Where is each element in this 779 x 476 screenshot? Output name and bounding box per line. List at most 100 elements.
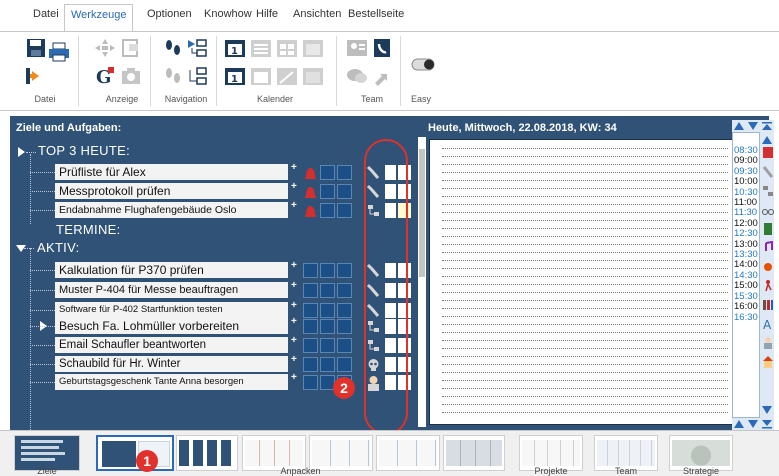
expand-triangle-icon[interactable] [18, 147, 25, 157]
calendar-pattern-icon[interactable] [276, 66, 298, 86]
priority-box[interactable] [303, 375, 318, 390]
add-subtask-button[interactable]: + [291, 280, 297, 291]
scroll-down-arrow-icon[interactable] [746, 418, 760, 430]
bike-icon[interactable] [762, 203, 774, 217]
tab-werkzeuge[interactable]: Werkzeuge [64, 4, 134, 32]
google-icon[interactable]: G [94, 66, 116, 86]
scroll-up-arrow-icon[interactable] [732, 120, 746, 132]
book-icon[interactable] [762, 222, 774, 236]
save-icon[interactable] [26, 38, 48, 58]
tab-datei[interactable]: Datei [33, 8, 59, 20]
priority-box[interactable] [337, 263, 352, 278]
add-subtask-button[interactable]: + [291, 372, 297, 383]
add-subtask-button[interactable]: + [291, 316, 297, 327]
add-subtask-button[interactable]: + [291, 354, 297, 365]
task-item[interactable]: Software für P-402 Startfunktion testen [55, 302, 288, 318]
alarm-bell-icon[interactable] [303, 184, 318, 199]
task-item[interactable]: Email Schaufler beantworten [55, 337, 288, 353]
contact-card-icon[interactable] [346, 38, 368, 58]
phone-book-icon[interactable] [372, 38, 394, 58]
priority-box[interactable] [303, 319, 318, 334]
scroll-down-arrow-icon[interactable] [746, 120, 760, 132]
home-icon[interactable] [762, 355, 774, 369]
priority-box[interactable] [320, 319, 335, 334]
priority-box[interactable] [303, 283, 318, 298]
priority-box[interactable] [337, 357, 352, 372]
priority-box[interactable] [303, 357, 318, 372]
time-slot[interactable]: 16:00 [734, 301, 760, 312]
priority-box[interactable] [320, 203, 335, 218]
priority-box[interactable] [320, 303, 335, 318]
chat-icon[interactable] [346, 66, 368, 86]
scrollbar-thumb[interactable] [419, 149, 425, 277]
priority-box[interactable] [337, 319, 352, 334]
runner-icon[interactable] [762, 279, 774, 293]
priority-box[interactable] [337, 338, 352, 353]
time-slot[interactable]: 16:30 [734, 312, 760, 323]
books-icon[interactable] [762, 298, 774, 312]
add-subtask-button[interactable]: + [291, 260, 297, 271]
tools-icon[interactable] [762, 165, 774, 179]
day-notes-area[interactable] [429, 139, 749, 425]
window-icon[interactable] [120, 38, 142, 58]
easy-toggle-icon[interactable] [410, 54, 436, 74]
footprints-icon[interactable] [162, 38, 184, 58]
calendar-grid-icon[interactable] [250, 66, 272, 86]
task-item[interactable]: Geburtstagsgeschenk Tante Anna besorgen [55, 374, 288, 390]
calendar-day-alt-icon[interactable]: 1 [224, 66, 246, 86]
scroll-bottom-arrow-icon[interactable] [760, 418, 774, 430]
tab-hilfe[interactable]: Hilfe [256, 8, 278, 20]
alarm-bell-icon[interactable] [303, 203, 318, 218]
task-item[interactable]: Endabnahme Flughafengebäude Oslo [55, 202, 288, 218]
task-item[interactable]: Muster P-404 für Messe beauftragen [55, 282, 288, 298]
scroll-down-arrow-icon[interactable] [760, 404, 774, 416]
priority-box[interactable] [320, 357, 335, 372]
footprints-gray-icon[interactable] [162, 66, 184, 86]
priority-box[interactable] [320, 165, 335, 180]
priority-box[interactable] [303, 303, 318, 318]
flag-icon[interactable] [762, 146, 774, 160]
tree-expand-icon[interactable] [186, 38, 208, 58]
calendar-week-icon[interactable] [276, 38, 298, 58]
add-subtask-button[interactable]: + [291, 181, 297, 192]
person-icon[interactable] [762, 336, 774, 350]
priority-box[interactable] [337, 165, 352, 180]
calendar-year-icon[interactable] [302, 66, 324, 86]
paint-icon[interactable] [762, 260, 774, 274]
calendar-list-icon[interactable] [250, 38, 272, 58]
task-item[interactable]: Prüfliste für Alex [55, 164, 288, 180]
move-arrows-icon[interactable] [94, 38, 116, 58]
printer-icon[interactable] [48, 42, 70, 62]
add-subtask-button[interactable]: + [291, 300, 297, 311]
task-item[interactable]: Besuch Fa. Lohmüller vorbereiten [55, 318, 288, 334]
camera-icon[interactable] [120, 66, 142, 86]
priority-box[interactable] [320, 263, 335, 278]
priority-box[interactable] [320, 338, 335, 353]
exit-icon[interactable] [24, 66, 46, 86]
tab-knowhow[interactable]: Knowhow [204, 8, 252, 20]
priority-box[interactable] [337, 184, 352, 199]
network-icon[interactable] [762, 184, 774, 198]
add-subtask-button[interactable]: + [291, 162, 297, 173]
tasks-scrollbar[interactable] [418, 137, 426, 427]
priority-box[interactable] [320, 283, 335, 298]
task-item[interactable]: Messprotokoll prüfen [55, 183, 288, 199]
calendar-day-icon[interactable]: 1 [224, 38, 246, 58]
letter-a-icon[interactable]: A [762, 317, 774, 332]
add-subtask-button[interactable]: + [291, 335, 297, 346]
priority-box[interactable] [337, 303, 352, 318]
scroll-top-arrow-icon[interactable] [760, 120, 774, 132]
tab-optionen[interactable]: Optionen [147, 8, 192, 20]
priority-box[interactable] [303, 338, 318, 353]
priority-box[interactable] [303, 263, 318, 278]
add-subtask-button[interactable]: + [291, 200, 297, 211]
music-icon[interactable] [762, 240, 774, 255]
tab-ansichten[interactable]: Ansichten [293, 8, 341, 20]
scroll-up-arrow-icon[interactable] [732, 418, 746, 430]
share-arrows-icon[interactable] [372, 66, 394, 86]
calendar-month-icon[interactable] [302, 38, 324, 58]
priority-box[interactable] [337, 203, 352, 218]
alarm-bell-icon[interactable] [303, 165, 318, 180]
tree-collapse-icon[interactable] [186, 66, 208, 86]
priority-box[interactable] [320, 184, 335, 199]
